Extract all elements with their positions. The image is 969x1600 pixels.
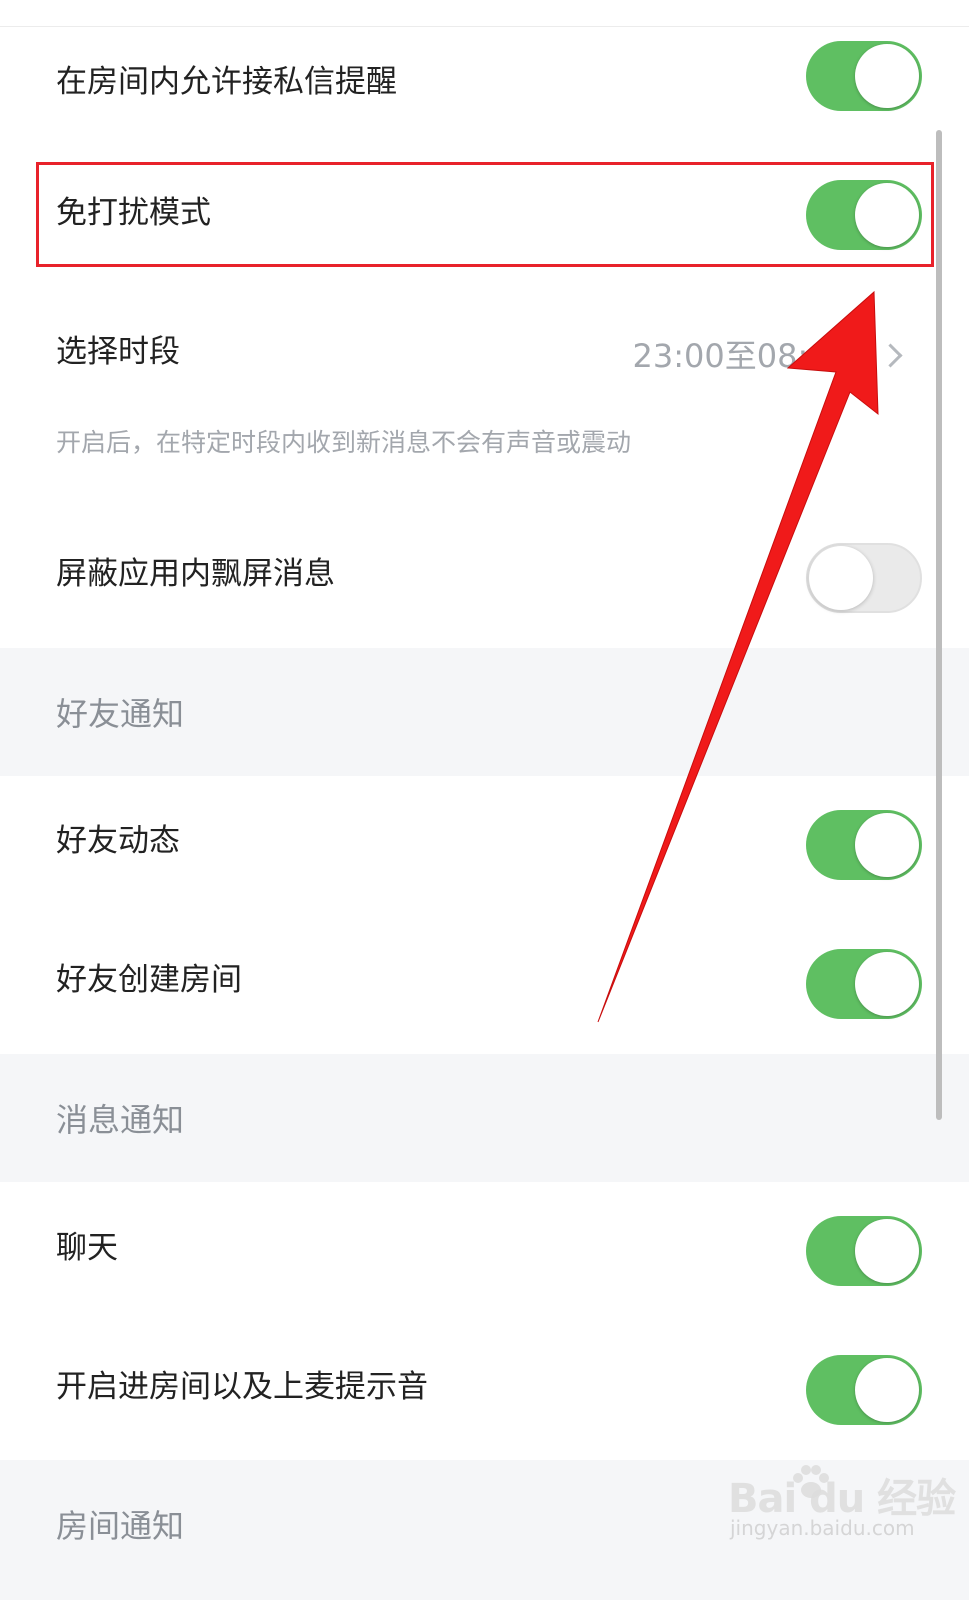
friend-created-room-toggle[interactable] (806, 949, 922, 1019)
row-label: 在房间内允许接私信提醒 (56, 64, 397, 100)
section-title: 房间通知 (56, 1507, 185, 1545)
section-title: 消息通知 (56, 1101, 185, 1139)
row-allow-private-message-in-room[interactable]: 在房间内允许接私信提醒 (0, 27, 969, 137)
row-block-floating-messages[interactable]: 屏蔽应用内飘屏消息 (0, 510, 969, 648)
toggle-knob (855, 44, 919, 108)
row-room-enter-mic-sound[interactable]: 开启进房间以及上麦提示音 (0, 1322, 969, 1460)
chevron-right-icon (878, 343, 903, 368)
toggle-knob (855, 1219, 919, 1283)
section-header-room-notifications: 房间通知 (0, 1460, 969, 1600)
row-do-not-disturb[interactable]: 免打扰模式 (0, 160, 969, 270)
row-label: 屏蔽应用内飘屏消息 (56, 556, 335, 592)
section-header-friend-notifications: 好友通知 (0, 648, 969, 776)
row-chat[interactable]: 聊天 (0, 1182, 969, 1322)
row-label: 好友创建房间 (56, 962, 242, 998)
do-not-disturb-toggle[interactable] (806, 180, 922, 250)
section-header-message-notifications: 消息通知 (0, 1054, 969, 1182)
allow-private-message-toggle[interactable] (806, 41, 922, 111)
time-period-hint: 开启后，在特定时段内收到新消息不会有声音或震动 (56, 428, 632, 457)
top-divider (0, 0, 969, 27)
notification-settings-screen: 在房间内允许接私信提醒 免打扰模式 选择时段 23:00至08:00 开启后，在… (0, 0, 969, 1600)
section-title: 好友通知 (56, 695, 185, 733)
row-label: 开启进房间以及上麦提示音 (56, 1369, 428, 1405)
chat-toggle[interactable] (806, 1216, 922, 1286)
scrollbar[interactable] (936, 130, 942, 1120)
row-label: 好友动态 (56, 823, 180, 859)
row-label: 选择时段 (56, 334, 180, 370)
toggle-knob (855, 813, 919, 877)
room-enter-mic-sound-toggle[interactable] (806, 1355, 922, 1425)
toggle-knob (855, 952, 919, 1016)
row-label: 聊天 (56, 1230, 118, 1266)
row-label: 免打扰模式 (56, 195, 211, 231)
toggle-knob (809, 546, 873, 610)
row-friend-created-room[interactable]: 好友创建房间 (0, 916, 969, 1054)
time-period-value: 23:00至08:00 (632, 337, 849, 375)
toggle-knob (855, 1358, 919, 1422)
block-floating-messages-toggle[interactable] (806, 543, 922, 613)
row-friend-activity[interactable]: 好友动态 (0, 776, 969, 916)
row-select-time-period[interactable]: 选择时段 23:00至08:00 开启后，在特定时段内收到新消息不会有声音或震动 (0, 290, 969, 490)
toggle-knob (855, 183, 919, 247)
friend-activity-toggle[interactable] (806, 810, 922, 880)
